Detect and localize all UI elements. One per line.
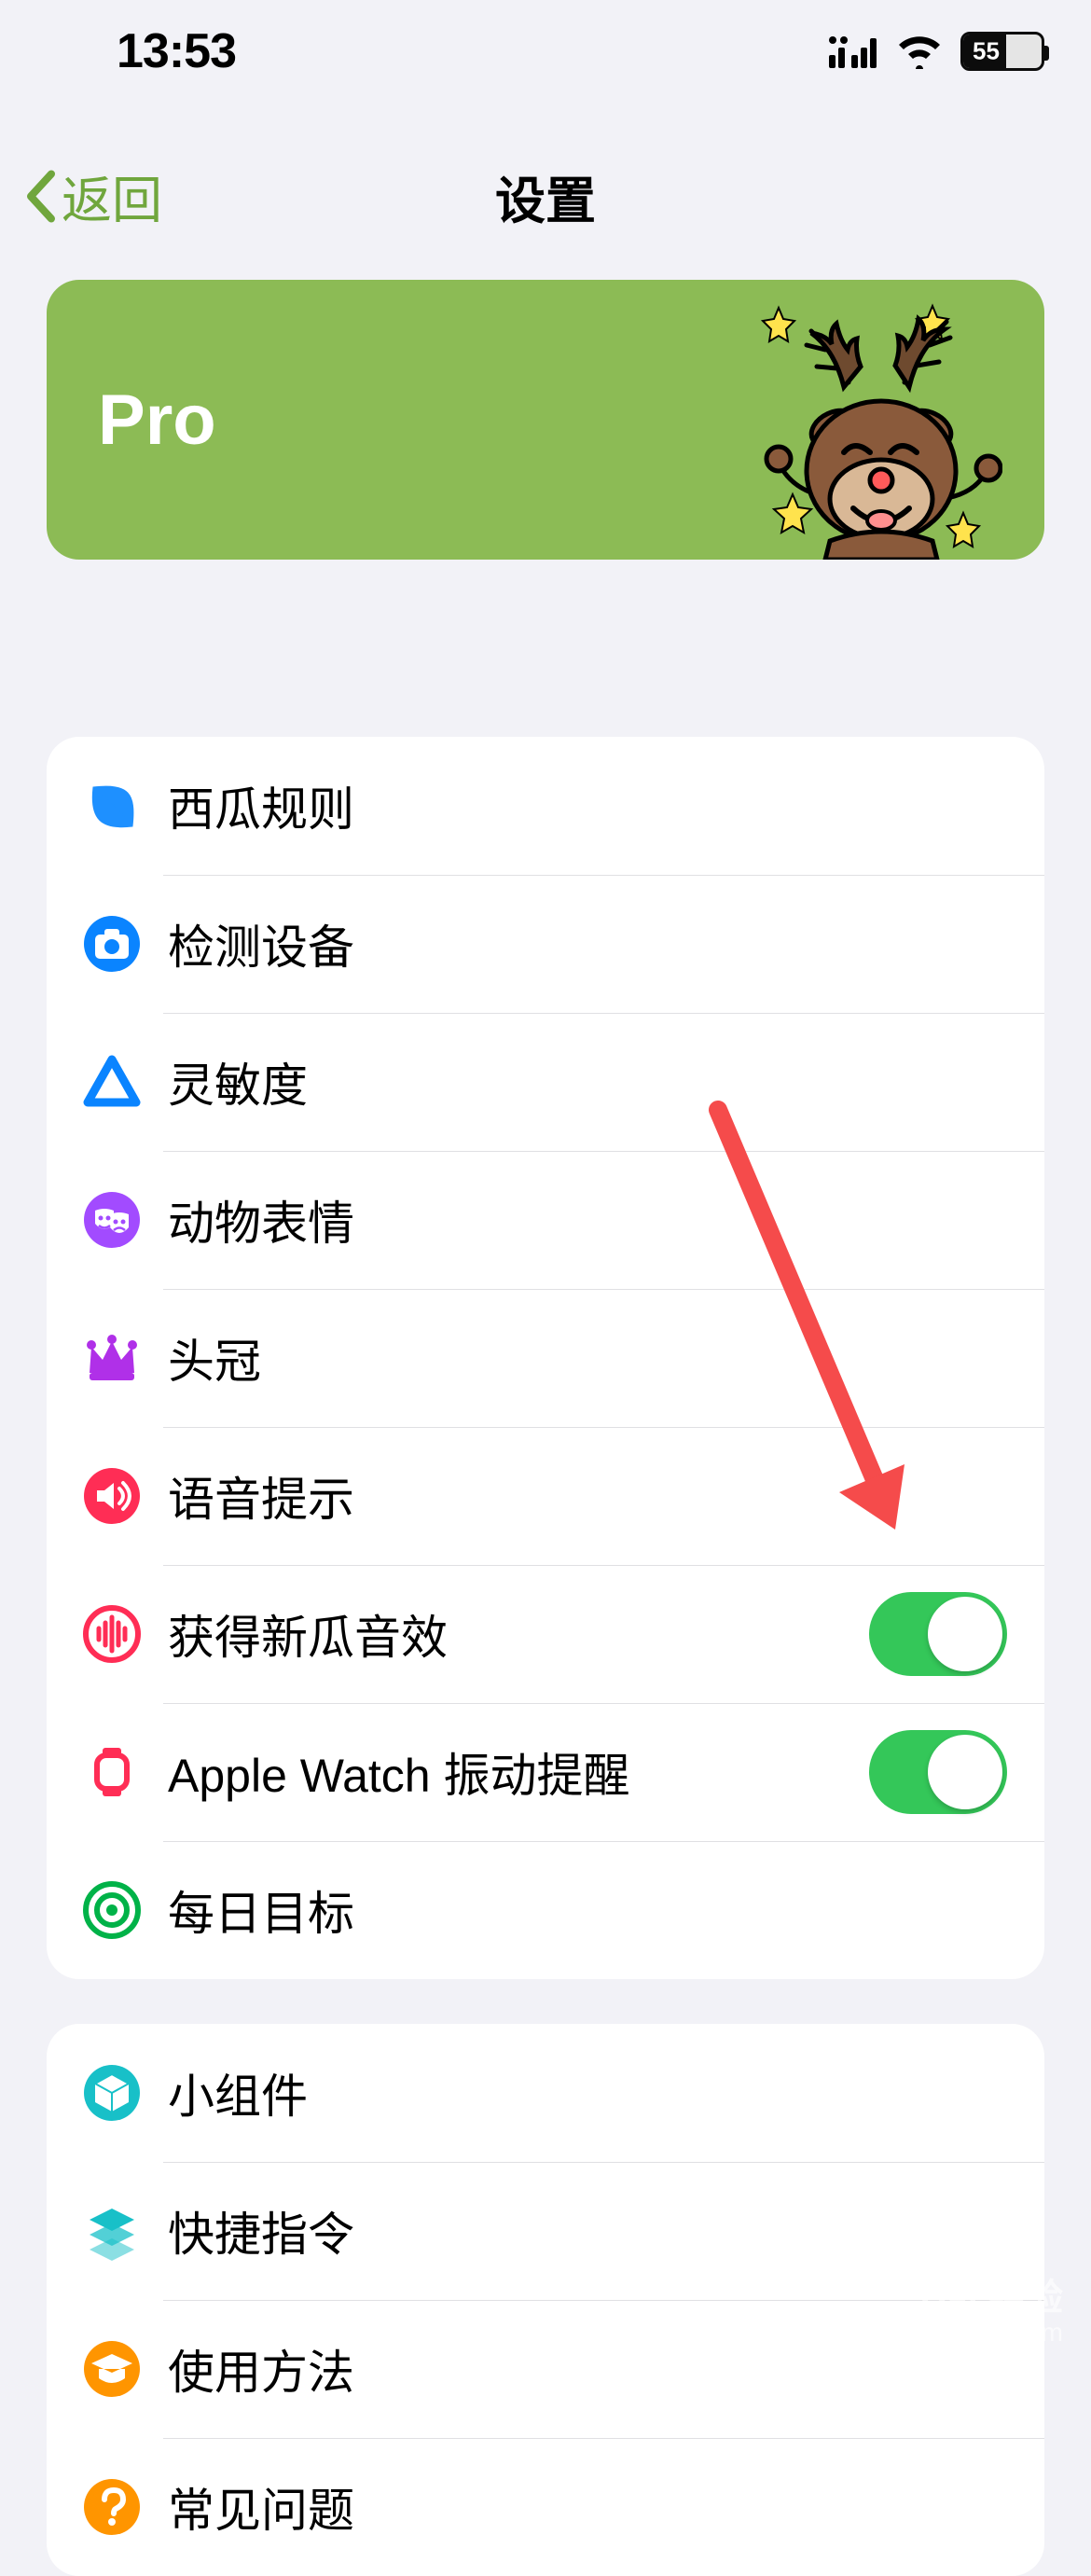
- pro-label: Pro: [98, 380, 216, 461]
- question-icon: [79, 2474, 145, 2540]
- row-label: 动物表情: [168, 1186, 1007, 1253]
- row-label: 获得新瓜音效: [168, 1600, 869, 1668]
- back-label: 返回: [62, 159, 162, 233]
- wifi-icon: [895, 34, 944, 69]
- reindeer-icon: [751, 298, 1002, 560]
- row-label: 快捷指令: [168, 2197, 1007, 2264]
- row-label: 小组件: [168, 2059, 1007, 2126]
- row-sensitivity[interactable]: 灵敏度: [47, 1013, 1044, 1151]
- battery-icon: 55: [960, 32, 1044, 71]
- row-faq[interactable]: 常见问题: [47, 2438, 1044, 2576]
- chevron-left-icon: [23, 168, 57, 224]
- row-voice-prompt[interactable]: 语音提示: [47, 1427, 1044, 1565]
- status-icons: 55: [828, 32, 1044, 71]
- row-detect-device[interactable]: 检测设备: [47, 875, 1044, 1013]
- soundwave-icon: [79, 1601, 145, 1667]
- cube-icon: [79, 2060, 145, 2126]
- graduation-icon: [79, 2336, 145, 2402]
- nav-bar: 返回 设置: [0, 149, 1091, 242]
- pro-banner[interactable]: Pro: [47, 280, 1044, 560]
- watermark: Bai 经验 jingyan.baidu.com: [852, 2278, 1063, 2347]
- row-apple-watch-haptic: Apple Watch 振动提醒: [47, 1703, 1044, 1841]
- camera-icon: [79, 911, 145, 976]
- page-title: 设置: [495, 159, 596, 233]
- row-label: 检测设备: [168, 910, 1007, 977]
- cellular-icon: [828, 35, 878, 68]
- row-label: Apple Watch 振动提醒: [168, 1738, 869, 1806]
- triangle-icon: [79, 1049, 145, 1115]
- row-label: 西瓜规则: [168, 772, 1007, 839]
- toggle-apple-watch-haptic[interactable]: [869, 1730, 1007, 1814]
- status-bar: 13:53 55: [0, 0, 1091, 103]
- row-animal-emoji[interactable]: 动物表情: [47, 1151, 1044, 1289]
- leaf-icon: [79, 773, 145, 838]
- row-label: 常见问题: [168, 2473, 1007, 2541]
- row-watermelon-rules[interactable]: 西瓜规则: [47, 737, 1044, 875]
- row-label: 语音提示: [168, 1462, 1007, 1530]
- toggle-new-melon-sound[interactable]: [869, 1592, 1007, 1676]
- back-button[interactable]: 返回: [23, 159, 162, 233]
- masks-icon: [79, 1187, 145, 1253]
- settings-group-1: 西瓜规则 检测设备 灵敏度 动物表情 头冠 语音提示 获得新瓜音: [47, 737, 1044, 1979]
- layers-icon: [79, 2198, 145, 2264]
- row-crown[interactable]: 头冠: [47, 1289, 1044, 1427]
- row-label: 头冠: [168, 1324, 1007, 1392]
- status-time: 13:53: [117, 23, 236, 79]
- speaker-icon: [79, 1463, 145, 1529]
- crown-icon: [79, 1325, 145, 1391]
- apple-watch-icon: [79, 1739, 145, 1805]
- row-label: 每日目标: [168, 1877, 1007, 1944]
- row-widgets[interactable]: 小组件: [47, 2024, 1044, 2162]
- row-daily-goal[interactable]: 每日目标: [47, 1841, 1044, 1979]
- row-label: 灵敏度: [168, 1048, 1007, 1115]
- target-icon: [79, 1877, 145, 1943]
- row-new-melon-sound: 获得新瓜音效: [47, 1565, 1044, 1703]
